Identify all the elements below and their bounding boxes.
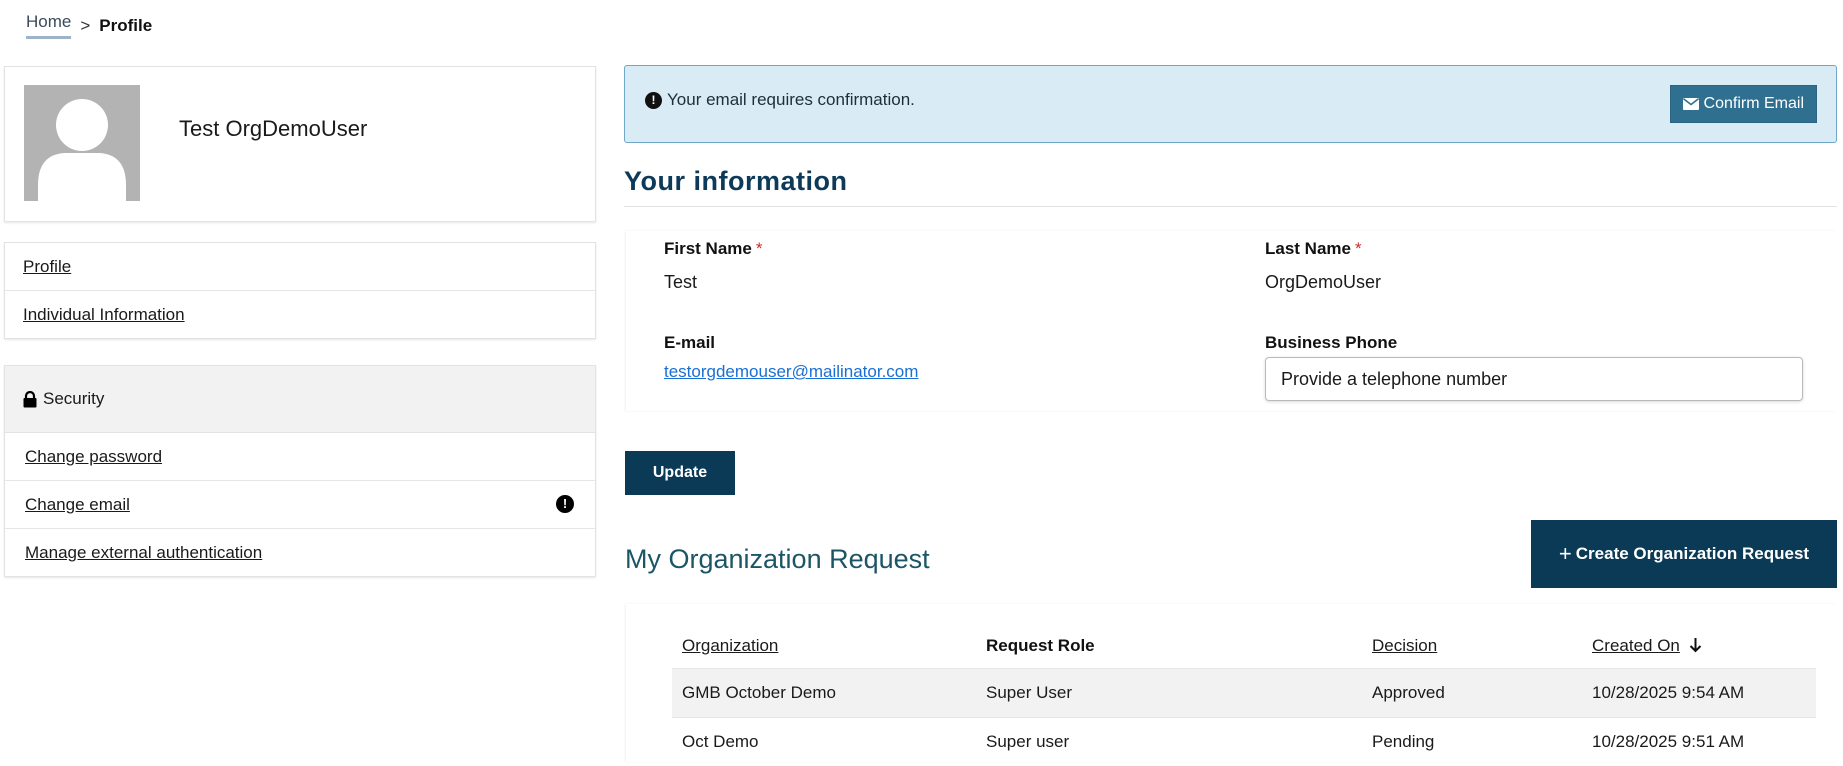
breadcrumb: Home > Profile	[26, 12, 152, 39]
profile-nav: Profile Individual Information	[4, 242, 596, 339]
sort-created-on-link[interactable]: Created On	[1592, 636, 1680, 655]
required-marker: *	[756, 239, 763, 258]
info-circle-icon: !	[645, 92, 662, 109]
section-divider	[624, 206, 1837, 207]
cell-request-role: Super User	[976, 669, 1362, 718]
security-item-manage-external-auth: Manage external authentication	[5, 529, 595, 576]
confirm-email-label: Confirm Email	[1704, 95, 1804, 113]
last-name-label: Last Name*	[1265, 239, 1362, 259]
email-alert-message: Your email requires confirmation.	[667, 90, 915, 110]
nav-link-individual-information[interactable]: Individual Information	[23, 305, 185, 325]
cell-created-on: 10/28/2025 9:54 AM	[1582, 669, 1816, 718]
column-header-organization: Organization	[672, 623, 976, 669]
email-label: E-mail	[664, 333, 715, 353]
exclamation-circle-icon: !	[556, 495, 574, 513]
arrow-down-icon	[1689, 637, 1702, 653]
security-header-label: Security	[43, 389, 104, 409]
manage-external-authentication-link[interactable]: Manage external authentication	[25, 543, 262, 563]
create-organization-request-button[interactable]: + Create Organization Request	[1531, 520, 1837, 588]
cell-organization: GMB October Demo	[672, 669, 976, 718]
update-button[interactable]: Update	[625, 451, 735, 495]
email-alert-text: ! Your email requires confirmation.	[645, 90, 915, 110]
security-item-change-password: Change password	[5, 433, 595, 481]
organization-request-table: Organization Request Role Decision Creat…	[672, 623, 1816, 766]
cell-decision: Approved	[1362, 669, 1582, 718]
security-panel: Security Change password Change email ! …	[4, 365, 596, 577]
plus-icon: +	[1559, 543, 1572, 565]
sort-organization-link[interactable]: Organization	[682, 636, 778, 655]
cell-created-on: 10/28/2025 9:51 AM	[1582, 718, 1816, 766]
column-header-created-on: Created On	[1582, 623, 1816, 669]
breadcrumb-home-link[interactable]: Home	[26, 12, 71, 39]
nav-item-individual-information: Individual Information	[5, 291, 595, 338]
user-card: Test OrgDemoUser	[4, 66, 596, 222]
first-name-value: Test	[664, 272, 697, 293]
user-name: Test OrgDemoUser	[179, 116, 367, 142]
last-name-value: OrgDemoUser	[1265, 272, 1381, 293]
table-row: Oct Demo Super user Pending 10/28/2025 9…	[672, 718, 1816, 766]
change-password-link[interactable]: Change password	[25, 447, 162, 467]
your-information-heading: Your information	[624, 166, 848, 197]
email-value-link[interactable]: testorgdemouser@mailinator.com	[664, 362, 918, 382]
column-header-decision: Decision	[1362, 623, 1582, 669]
breadcrumb-current: Profile	[99, 16, 152, 36]
email-confirmation-alert: ! Your email requires confirmation. Conf…	[624, 65, 1837, 143]
lock-icon	[23, 391, 37, 408]
security-item-change-email: Change email !	[5, 481, 595, 529]
confirm-email-button[interactable]: Confirm Email	[1670, 85, 1817, 123]
organization-request-heading: My Organization Request	[625, 544, 930, 575]
cell-organization: Oct Demo	[672, 718, 976, 766]
nav-item-profile: Profile	[5, 243, 595, 291]
table-row: GMB October Demo Super User Approved 10/…	[672, 669, 1816, 718]
avatar	[24, 85, 140, 201]
sort-decision-link[interactable]: Decision	[1372, 636, 1437, 655]
column-header-request-role: Request Role	[976, 623, 1362, 669]
cell-request-role: Super user	[976, 718, 1362, 766]
create-organization-request-label: Create Organization Request	[1576, 544, 1809, 564]
breadcrumb-separator: >	[80, 16, 90, 36]
user-silhouette-icon	[24, 85, 140, 201]
required-marker: *	[1355, 239, 1362, 258]
cell-decision: Pending	[1362, 718, 1582, 766]
table-header-row: Organization Request Role Decision Creat…	[672, 623, 1816, 669]
security-header: Security	[5, 366, 595, 433]
change-email-link[interactable]: Change email	[25, 495, 130, 515]
nav-link-profile[interactable]: Profile	[23, 257, 71, 277]
last-name-label-text: Last Name	[1265, 239, 1351, 258]
business-phone-label: Business Phone	[1265, 333, 1397, 353]
first-name-label-text: First Name	[664, 239, 752, 258]
envelope-icon	[1683, 98, 1699, 110]
business-phone-input[interactable]	[1265, 357, 1803, 401]
first-name-label: First Name*	[664, 239, 763, 259]
